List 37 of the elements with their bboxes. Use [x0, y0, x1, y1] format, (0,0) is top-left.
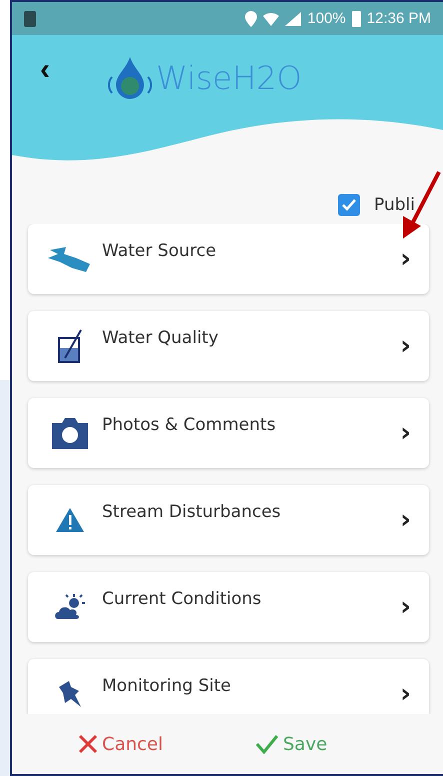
chevron-icon: › — [400, 331, 411, 361]
sim-icon — [24, 10, 36, 26]
menu-label: Water Quality — [102, 328, 220, 348]
checkmark-icon — [342, 199, 356, 211]
menu-label: Stream Disturbances — [102, 502, 282, 522]
app-logo-text: WiseH2O — [156, 59, 302, 97]
menu-card[interactable]: Water Source › — [28, 224, 429, 294]
chevron-icon: › — [400, 244, 411, 274]
chevron-icon: › — [400, 505, 411, 535]
chevron-icon: › — [400, 418, 411, 448]
menu-card[interactable]: Current Conditions › — [28, 572, 429, 642]
menu-card[interactable]: Water Quality › — [28, 311, 429, 381]
clock-time: 12:36 PM — [366, 10, 431, 27]
public-checkbox[interactable] — [338, 194, 360, 216]
menu-card[interactable]: Photos & Comments › — [28, 398, 429, 468]
menu-card[interactable]: Monitoring Site › — [28, 659, 429, 714]
camera-icon — [50, 415, 90, 451]
menu-label: Monitoring Site — [102, 676, 232, 696]
menu-label: Current Conditions — [102, 589, 262, 609]
menu-label: Photos & Comments — [102, 415, 277, 435]
water-drop-globe-icon — [108, 55, 152, 101]
chevron-icon: › — [400, 679, 411, 709]
battery-percentage: 100% — [307, 10, 346, 27]
battery-icon — [352, 10, 361, 26]
back-button[interactable]: ‹ — [34, 55, 56, 85]
public-label: Publi — [374, 195, 415, 215]
cloud-sun-icon — [54, 593, 86, 621]
cancel-button[interactable]: Cancel — [72, 732, 169, 756]
wifi-icon — [263, 12, 280, 26]
menu-card[interactable]: Stream Disturbances › — [28, 485, 429, 555]
warning-icon — [55, 507, 85, 533]
signal-icon — [285, 12, 302, 26]
location-icon — [245, 10, 258, 26]
checkmark-icon — [254, 734, 279, 754]
chevron-icon: › — [400, 592, 411, 622]
menu-label: Water Source — [102, 241, 218, 261]
close-icon — [78, 734, 98, 754]
